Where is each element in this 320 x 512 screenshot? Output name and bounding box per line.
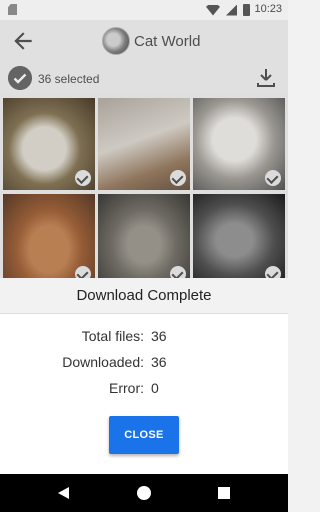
downloaded-row: Downloaded: 36 xyxy=(0,354,288,372)
nav-recents-icon[interactable] xyxy=(218,487,230,499)
download-icon[interactable] xyxy=(254,66,278,90)
selected-check-icon xyxy=(75,170,91,186)
total-files-row: Total files: 36 xyxy=(0,328,288,346)
downloaded-label: Downloaded: xyxy=(62,354,144,370)
photo-tile[interactable] xyxy=(193,98,285,190)
cat-avatar xyxy=(102,27,130,55)
dialog-header: Download Complete xyxy=(0,278,288,314)
select-all-check-icon[interactable] xyxy=(8,66,32,90)
downloaded-value: 36 xyxy=(151,354,167,370)
wifi-icon xyxy=(206,4,220,16)
photo-tile[interactable] xyxy=(3,194,95,286)
nav-back-icon[interactable] xyxy=(58,487,69,499)
photo-tile[interactable] xyxy=(98,98,190,190)
photo-tile[interactable] xyxy=(193,194,285,286)
photo-grid xyxy=(0,98,288,286)
close-button[interactable]: CLOSE xyxy=(109,416,179,454)
status-bar: 10:23 xyxy=(0,0,288,20)
status-clock: 10:23 xyxy=(254,3,282,15)
system-nav-bar xyxy=(0,474,288,512)
app-bar: Cat World xyxy=(0,20,288,64)
dialog-title: Download Complete xyxy=(76,287,212,304)
photo-tile[interactable] xyxy=(98,194,190,286)
error-value: 0 xyxy=(151,380,159,396)
error-row: Error: 0 xyxy=(0,380,288,398)
total-files-value: 36 xyxy=(151,328,167,344)
download-complete-dialog: Download Complete Total files: 36 Downlo… xyxy=(0,278,288,474)
nav-home-icon[interactable] xyxy=(137,486,151,500)
selected-check-icon xyxy=(265,170,281,186)
battery-icon xyxy=(243,4,250,16)
page-title: Cat World xyxy=(134,33,201,50)
selection-bar: 36 selected xyxy=(0,64,288,94)
selected-count: 36 selected xyxy=(38,72,100,86)
error-label: Error: xyxy=(109,380,144,396)
back-arrow-icon[interactable] xyxy=(10,28,36,54)
photo-tile[interactable] xyxy=(3,98,95,190)
sd-card-icon xyxy=(8,4,17,15)
signal-icon xyxy=(226,4,237,16)
total-files-label: Total files: xyxy=(81,328,144,344)
selected-check-icon xyxy=(170,170,186,186)
